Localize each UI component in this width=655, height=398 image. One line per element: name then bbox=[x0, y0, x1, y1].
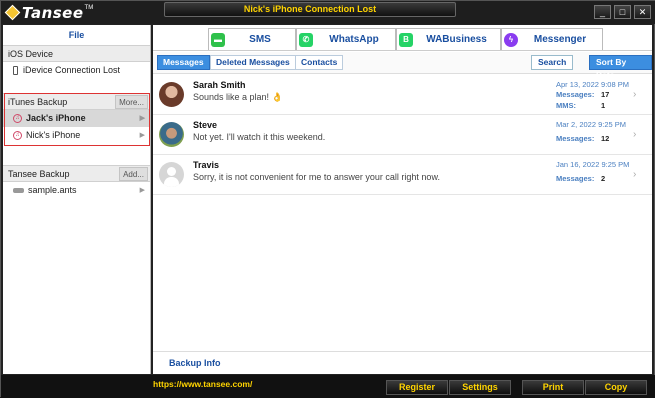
sub-toolbar: Messages Deleted Messages Contacts Searc… bbox=[153, 52, 652, 80]
phone-icon bbox=[13, 66, 18, 75]
conversation-row-sarah[interactable]: Sarah Smith Sounds like a plan! 👌 Apr 13… bbox=[153, 75, 652, 115]
app-tabs: ▬ SMS ✆ WhatsApp B WABusiness ϟ Messenge… bbox=[153, 25, 652, 51]
messages-count-label: Messages: bbox=[556, 134, 595, 143]
tansee-item-label: sample.ants bbox=[28, 185, 77, 195]
sidebar: File iOS Device iDevice Connection Lost … bbox=[3, 25, 151, 374]
maximize-button[interactable]: □ bbox=[614, 5, 631, 19]
message-date: Jan 16, 2022 9:25 PM bbox=[556, 160, 630, 169]
copy-button[interactable]: Copy bbox=[585, 380, 647, 395]
avatar bbox=[159, 162, 184, 187]
logo-text: Tansee bbox=[22, 3, 84, 22]
message-date: Apr 13, 2022 9:08 PM bbox=[556, 80, 629, 89]
avatar bbox=[159, 82, 184, 107]
print-button[interactable]: Print bbox=[522, 380, 584, 395]
messages-count-label: Messages: bbox=[556, 174, 595, 183]
chevron-right-icon: › bbox=[633, 89, 637, 100]
chevron-right-icon: › bbox=[633, 169, 637, 180]
messages-count: 17 bbox=[601, 90, 610, 99]
logo-diamond-icon bbox=[4, 4, 21, 21]
settings-button[interactable]: Settings bbox=[449, 380, 511, 395]
messages-count: 2 bbox=[601, 174, 606, 183]
tansee-item-sample[interactable]: sample.ants ▶ bbox=[3, 182, 150, 199]
conversation-row-steve[interactable]: Steve Not yet. I'll watch it this weeken… bbox=[153, 115, 652, 155]
minimize-button[interactable]: _ bbox=[594, 5, 611, 19]
messages-count: 12 bbox=[601, 134, 610, 143]
ios-device-header: iOS Device bbox=[3, 45, 150, 62]
disk-icon bbox=[13, 188, 24, 193]
tansee-add-button[interactable]: Add... bbox=[119, 167, 148, 181]
avatar bbox=[159, 122, 184, 147]
message-date: Mar 2, 2022 9:25 PM bbox=[556, 120, 627, 129]
subtab-deleted-messages[interactable]: Deleted Messages bbox=[210, 55, 296, 70]
contact-name: Sarah Smith bbox=[193, 80, 246, 90]
contact-name: Steve bbox=[193, 120, 218, 130]
sort-by-date-button[interactable]: Sort By Date bbox=[589, 55, 652, 80]
chevron-right-icon: › bbox=[633, 129, 637, 140]
ios-device-item[interactable]: iDevice Connection Lost bbox=[3, 62, 150, 79]
conversation-row-travis[interactable]: Travis Sorry, it is not convenient for m… bbox=[153, 155, 652, 195]
tansee-backup-label: Tansee Backup bbox=[8, 169, 70, 179]
tab-label: WABusiness bbox=[426, 34, 487, 45]
tansee-backup-header: Tansee Backup Add... bbox=[3, 165, 150, 182]
logo-trademark: TM bbox=[84, 4, 94, 11]
message-snippet: Sounds like a plan! 👌 bbox=[193, 92, 283, 102]
tab-sms[interactable]: ▬ SMS bbox=[208, 28, 296, 50]
ios-device-label: iDevice Connection Lost bbox=[23, 65, 121, 75]
subtab-messages[interactable]: Messages bbox=[157, 55, 210, 70]
mms-count: 1 bbox=[601, 101, 606, 110]
window-title: Nick's iPhone Connection Lost bbox=[164, 2, 456, 17]
window-controls: _ □ ✕ bbox=[594, 5, 651, 19]
wabusiness-icon: B bbox=[399, 32, 413, 47]
message-snippet: Not yet. I'll watch it this weekend. bbox=[193, 132, 326, 142]
mms-count-label: MMS: bbox=[556, 101, 576, 110]
tab-label: WhatsApp bbox=[329, 34, 379, 45]
tab-label: SMS bbox=[249, 34, 271, 45]
register-button[interactable]: Register bbox=[386, 380, 448, 395]
tab-wabusiness[interactable]: B WABusiness bbox=[396, 28, 501, 50]
bottom-bar: https://www.tansee.com/ Register Setting… bbox=[1, 375, 655, 398]
website-link[interactable]: https://www.tansee.com/ bbox=[153, 379, 252, 389]
conversation-list: Sarah Smith Sounds like a plan! 👌 Apr 13… bbox=[153, 75, 652, 351]
itunes-highlight-box bbox=[4, 93, 150, 146]
app-window: Tansee TM Nick's iPhone Connection Lost … bbox=[0, 0, 655, 398]
tab-label: Messenger bbox=[533, 34, 587, 45]
tab-messenger[interactable]: ϟ Messenger bbox=[501, 28, 603, 50]
messages-count-label: Messages: bbox=[556, 90, 595, 99]
sms-icon: ▬ bbox=[211, 32, 225, 47]
subtab-contacts[interactable]: Contacts bbox=[295, 55, 344, 70]
contact-name: Travis bbox=[193, 160, 220, 170]
chevron-right-icon: ▶ bbox=[139, 187, 145, 194]
title-bar: Tansee TM Nick's iPhone Connection Lost … bbox=[1, 1, 655, 24]
message-snippet: Sorry, it is not convenient for me to an… bbox=[193, 172, 440, 182]
main-panel: ▬ SMS ✆ WhatsApp B WABusiness ϟ Messenge… bbox=[153, 25, 652, 374]
messenger-icon: ϟ bbox=[504, 32, 518, 47]
app-logo: Tansee TM bbox=[4, 3, 94, 22]
whatsapp-icon: ✆ bbox=[299, 32, 313, 47]
search-button[interactable]: Search bbox=[531, 55, 574, 70]
close-button[interactable]: ✕ bbox=[634, 5, 651, 19]
file-menu[interactable]: File bbox=[3, 25, 150, 45]
backup-info-link[interactable]: Backup Info bbox=[153, 351, 652, 374]
tab-whatsapp[interactable]: ✆ WhatsApp bbox=[296, 28, 396, 50]
